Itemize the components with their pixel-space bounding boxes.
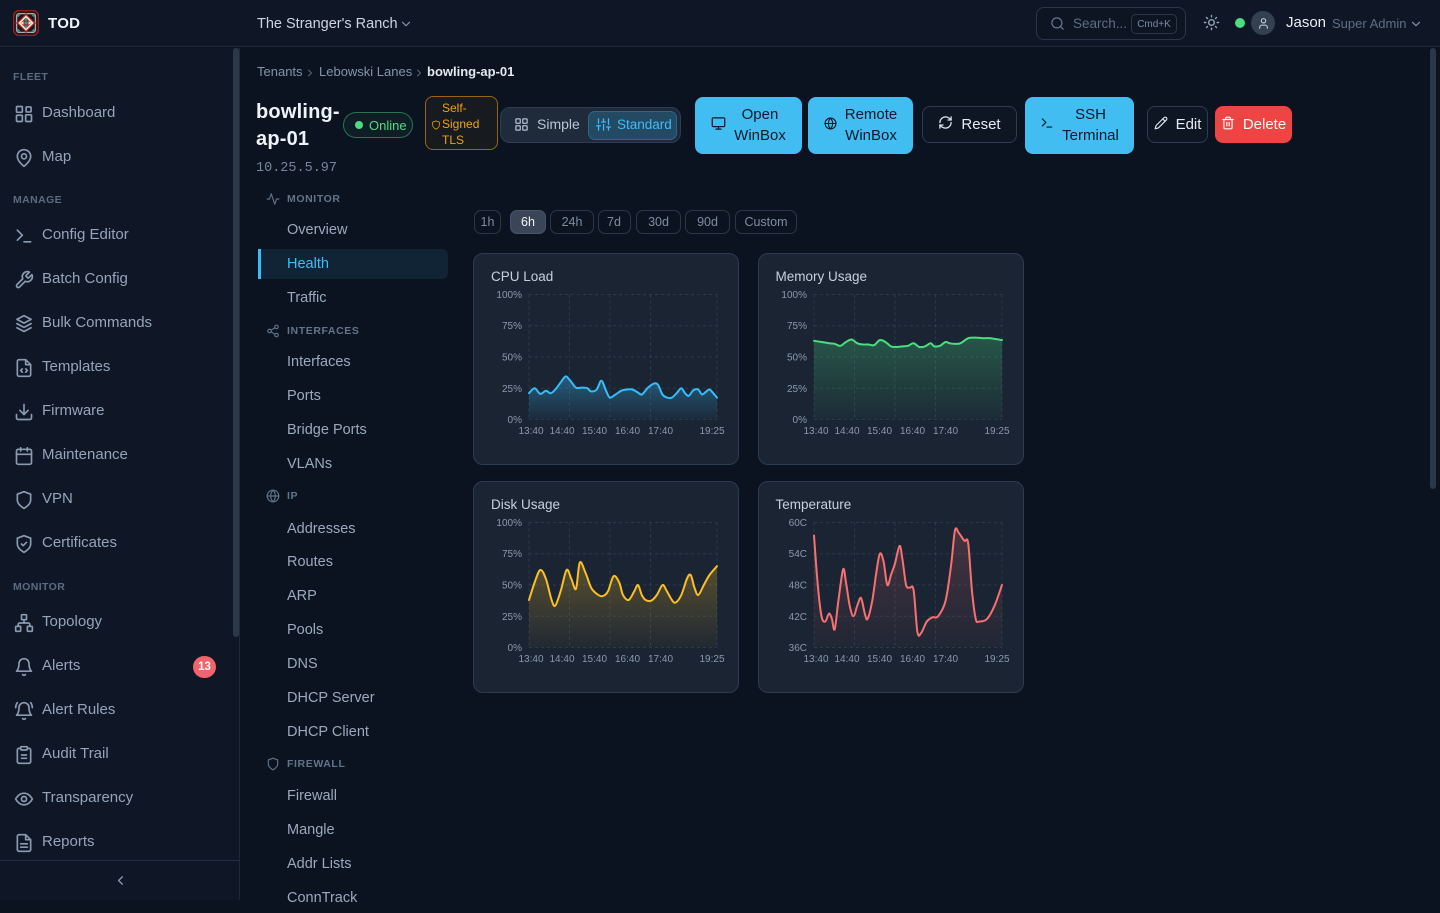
svg-text:14:40: 14:40 [834, 426, 859, 437]
svg-text:48C: 48C [788, 581, 806, 592]
svg-text:15:40: 15:40 [582, 654, 607, 665]
svg-text:19:25: 19:25 [984, 426, 1009, 437]
svg-text:25%: 25% [502, 612, 522, 623]
svg-text:13:40: 13:40 [803, 654, 828, 665]
svg-text:42C: 42C [788, 612, 806, 623]
svg-text:17:40: 17:40 [932, 426, 957, 437]
svg-text:75%: 75% [502, 549, 522, 560]
svg-text:19:25: 19:25 [984, 654, 1009, 665]
svg-text:25%: 25% [786, 383, 806, 394]
svg-text:14:40: 14:40 [834, 654, 859, 665]
svg-text:13:40: 13:40 [803, 426, 828, 437]
svg-text:19:25: 19:25 [699, 426, 724, 437]
svg-text:17:40: 17:40 [648, 426, 673, 437]
svg-text:0%: 0% [792, 415, 807, 426]
svg-text:16:40: 16:40 [615, 426, 640, 437]
svg-text:60C: 60C [788, 518, 806, 529]
svg-text:75%: 75% [502, 321, 522, 332]
svg-text:14:40: 14:40 [549, 654, 574, 665]
svg-text:15:40: 15:40 [866, 654, 891, 665]
svg-text:17:40: 17:40 [932, 654, 957, 665]
svg-text:50%: 50% [502, 352, 522, 363]
svg-text:16:40: 16:40 [615, 654, 640, 665]
svg-text:75%: 75% [786, 321, 806, 332]
svg-text:36C: 36C [788, 643, 806, 654]
svg-text:100%: 100% [781, 290, 807, 301]
svg-text:15:40: 15:40 [866, 426, 891, 437]
svg-text:15:40: 15:40 [582, 426, 607, 437]
svg-text:19:25: 19:25 [699, 654, 724, 665]
svg-text:0%: 0% [508, 643, 523, 654]
svg-text:16:40: 16:40 [899, 426, 924, 437]
svg-text:50%: 50% [502, 581, 522, 592]
svg-text:14:40: 14:40 [549, 426, 574, 437]
svg-text:100%: 100% [496, 518, 522, 529]
svg-text:13:40: 13:40 [518, 426, 543, 437]
svg-text:100%: 100% [496, 290, 522, 301]
svg-text:54C: 54C [788, 549, 806, 560]
svg-text:16:40: 16:40 [899, 654, 924, 665]
svg-text:50%: 50% [786, 352, 806, 363]
svg-text:17:40: 17:40 [648, 654, 673, 665]
svg-text:25%: 25% [502, 383, 522, 394]
svg-text:13:40: 13:40 [518, 654, 543, 665]
svg-text:0%: 0% [508, 415, 523, 426]
